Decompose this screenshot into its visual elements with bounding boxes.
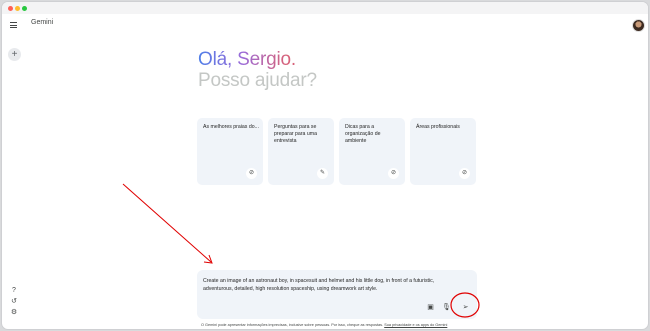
prompt-input-box[interactable]: Create an image of an astronaut boy, in … [197,270,477,319]
suggestion-card[interactable]: Áreas profissionais ⊘ [410,118,476,185]
title-bar [2,2,648,14]
suggestion-card-text: Perguntas para se preparar para uma entr… [274,124,317,144]
suggestion-card-text: Áreas profissionais [416,124,460,130]
disclaimer-text: O Gemini pode apresentar informações imp… [201,323,384,327]
suggestion-card-text: As melhores praias do... [203,124,259,130]
close-window-button[interactable] [8,6,13,11]
maximize-window-button[interactable] [22,6,27,11]
browser-window: Gemini + ? ↺ ⚙ Olá, Sergio. Posso ajudar… [1,1,649,330]
suggestion-card[interactable]: As melhores praias do... ⊘ [197,118,263,185]
edit-sparkle-icon: ✎ [317,168,328,179]
suggestion-card[interactable]: Dicas para a organização de ambiente ⊘ [339,118,405,185]
menu-icon[interactable] [10,22,17,28]
suggestion-card[interactable]: Perguntas para se preparar para uma entr… [268,118,334,185]
compass-icon: ⊘ [459,168,470,179]
image-icon[interactable]: ▣ [426,303,435,312]
avatar[interactable] [632,19,645,32]
greeting-question: Posso ajudar? [198,70,317,91]
suggestion-card-text: Dicas para a organização de ambiente [345,124,381,144]
prompt-input[interactable]: Create an image of an astronaut boy, in … [203,277,443,293]
mic-icon[interactable]: 🎙 [442,303,451,312]
greeting-hello: Olá, Sergio. [198,49,296,70]
disclaimer: O Gemini pode apresentar informações imp… [201,323,447,327]
app-title: Gemini [31,19,54,26]
privacy-link[interactable]: Sua privacidade e os apps do Gemini [384,323,447,327]
help-icon[interactable]: ? [10,287,18,295]
gear-icon[interactable]: ⚙ [10,309,18,317]
history-icon[interactable]: ↺ [10,298,18,306]
compass-icon: ⊘ [246,168,257,179]
new-chat-button[interactable]: + [8,48,21,61]
send-icon[interactable]: ➢ [461,303,470,312]
compass-icon: ⊘ [388,168,399,179]
minimize-window-button[interactable] [15,6,20,11]
